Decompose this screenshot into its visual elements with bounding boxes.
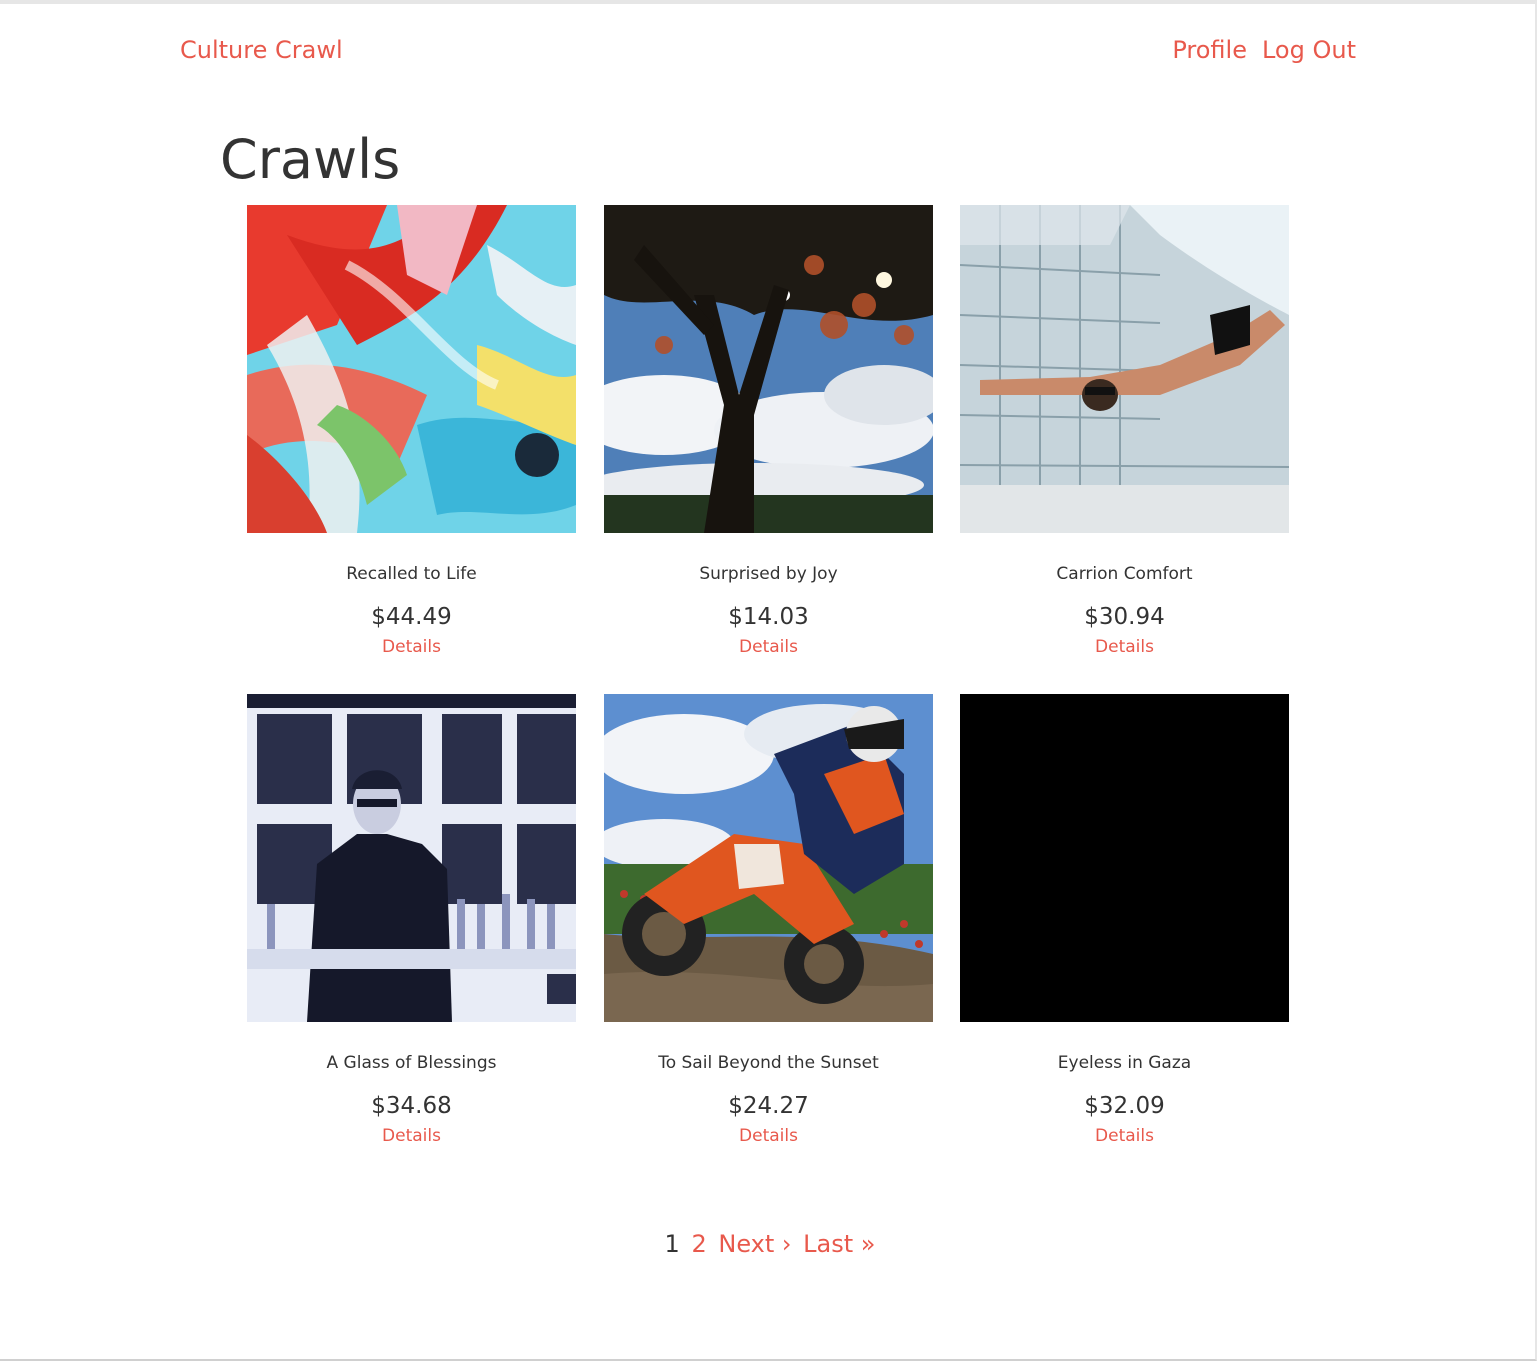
details-link[interactable]: Details <box>382 637 441 657</box>
crawl-title: Surprised by Joy <box>699 564 838 584</box>
crawl-card: Surprised by Joy $14.03 Details <box>604 205 933 657</box>
crawl-title: A Glass of Blessings <box>326 1053 497 1073</box>
crawl-title: To Sail Beyond the Sunset <box>658 1053 879 1073</box>
crawl-card: Recalled to Life $44.49 Details <box>247 205 576 657</box>
tree-sky-image <box>604 205 933 533</box>
bartender-image <box>247 694 576 1022</box>
crawl-price: $44.49 <box>371 604 452 630</box>
pagination-current-page: 1 <box>664 1230 680 1258</box>
crawl-image-link[interactable] <box>960 694 1289 1022</box>
details-link[interactable]: Details <box>1095 1126 1154 1146</box>
brand-link[interactable]: Culture Crawl <box>180 36 343 64</box>
top-nav: Profile Log Out <box>1172 36 1356 64</box>
crawl-card: A Glass of Blessings $34.68 Details <box>247 694 576 1146</box>
details-link[interactable]: Details <box>739 637 798 657</box>
details-link[interactable]: Details <box>382 1126 441 1146</box>
motocross-image <box>604 694 933 1022</box>
crawl-price: $14.03 <box>728 604 809 630</box>
crawl-image-link[interactable] <box>247 205 576 533</box>
details-link[interactable]: Details <box>739 1126 798 1146</box>
details-link[interactable]: Details <box>1095 637 1154 657</box>
abstract-paint-image <box>247 205 576 533</box>
logout-link[interactable]: Log Out <box>1262 36 1356 64</box>
underwater-swimmer-image <box>960 205 1289 533</box>
crawl-price: $24.27 <box>728 1093 809 1119</box>
crawl-price: $34.68 <box>371 1093 452 1119</box>
pagination-last[interactable]: Last » <box>803 1230 875 1258</box>
pagination-page-2[interactable]: 2 <box>691 1230 706 1258</box>
crawl-image-link[interactable] <box>604 694 933 1022</box>
crawl-title: Recalled to Life <box>346 564 477 584</box>
pagination-next[interactable]: Next › <box>718 1230 791 1258</box>
crawl-title: Eyeless in Gaza <box>1057 1053 1192 1073</box>
crawl-price: $32.09 <box>1084 1093 1165 1119</box>
crawl-image-link[interactable] <box>604 205 933 533</box>
page-title: Crawls <box>220 128 401 191</box>
black-image <box>960 694 1289 1022</box>
pagination: 1 2 Next › Last » <box>0 1230 1540 1258</box>
crawl-image-link[interactable] <box>247 694 576 1022</box>
crawl-card: Carrion Comfort $30.94 Details <box>960 205 1289 657</box>
crawl-price: $30.94 <box>1084 604 1165 630</box>
crawl-image-link[interactable] <box>960 205 1289 533</box>
crawl-title: Carrion Comfort <box>1056 564 1193 584</box>
crawl-card: Eyeless in Gaza $32.09 Details <box>960 694 1289 1146</box>
crawl-card: To Sail Beyond the Sunset $24.27 Details <box>604 694 933 1146</box>
profile-link[interactable]: Profile <box>1172 36 1247 64</box>
